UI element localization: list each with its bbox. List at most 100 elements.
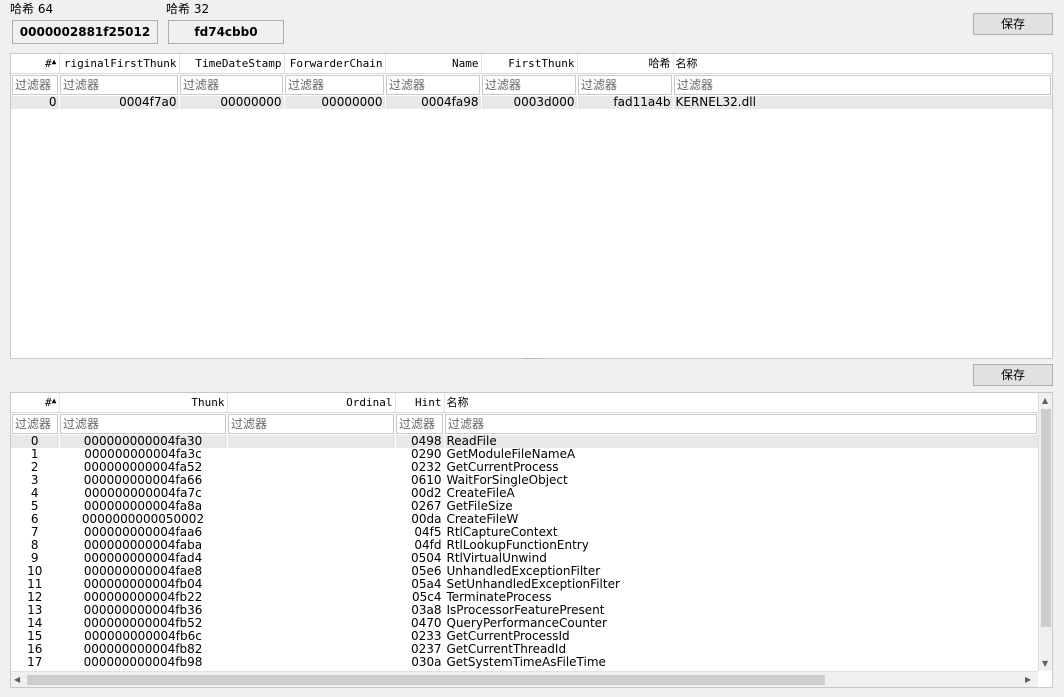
table-cell-idx: 0 (11, 95, 59, 109)
column-header-6[interactable]: 哈希 (577, 54, 674, 74)
table-row[interactable]: 0 0004f7a0 00000000 00000000 0004fa98 0003d00… (11, 95, 1052, 109)
table-row[interactable]: 9 000000000004fad4 0504 RtlVirtualUnwind (11, 552, 1038, 565)
column-header-5[interactable]: FirstThunk (481, 54, 578, 74)
table-cell-name: KERNEL32.dll (673, 95, 1052, 109)
column-header-0[interactable]: #▲ (11, 393, 60, 413)
table-row[interactable]: 15 000000000004fb6c 0233 GetCurrentProcessI… (11, 630, 1038, 643)
scroll-left-icon[interactable]: ◀ (14, 675, 20, 684)
horizontal-scroll-thumb[interactable] (27, 675, 825, 685)
column-header-2[interactable]: TimeDateStamp (179, 54, 285, 74)
table-cell-ordinal (227, 513, 395, 526)
scroll-down-icon[interactable]: ▼ (1042, 659, 1048, 668)
table-cell-thunk: 000000000004fb36 (83, 603, 203, 617)
filter-input-6[interactable] (578, 74, 672, 95)
table-row[interactable]: 12 000000000004fb22 05c4 TerminateProcess (11, 591, 1038, 604)
table-row[interactable]: 1 000000000004fa3c 0290 GetModuleFileNameA (11, 448, 1038, 461)
table-cell-hint: 0290 (410, 447, 442, 461)
save-button-bottom[interactable]: 保存 (973, 364, 1053, 386)
table-cell-thunk: 000000000004fa30 (59, 434, 227, 448)
table-cell-thunk: 000000000004fb04 (83, 577, 203, 591)
filter-input-5[interactable] (482, 74, 576, 95)
table-cell-idx: 0 (11, 434, 59, 448)
horizontal-scrollbar[interactable]: ◀ ▶ (11, 671, 1038, 687)
filter-input-3[interactable] (285, 74, 384, 95)
table-cell-ordinal (227, 461, 395, 474)
table-cell-name: RtlCaptureContext (446, 525, 558, 539)
table-cell-ordinal (227, 526, 395, 539)
table-row[interactable]: 14 000000000004fb52 0470 QueryPerformanceCo… (11, 617, 1038, 630)
column-header-3[interactable]: Hint (395, 393, 445, 413)
table-cell-hint: 0232 (410, 460, 442, 474)
table-row[interactable]: 7 000000000004faa6 04f5 RtlCaptureContext (11, 526, 1038, 539)
column-header-label: riginalFirstThunk (63, 56, 177, 70)
table-cell-thunk: 000000000004fad4 (83, 551, 203, 565)
hash32-field[interactable]: fd74cbb0 (168, 20, 284, 44)
table-cell-name: QueryPerformanceCounter (446, 616, 607, 630)
table-cell-thunk: 000000000004fb98 (83, 655, 203, 669)
vertical-scrollbar[interactable]: ▲ ▼ (1038, 393, 1052, 671)
filter-input-1[interactable] (60, 413, 226, 434)
column-header-label: Name (452, 56, 479, 70)
table-cell-idx: 8 (30, 538, 39, 552)
table-cell-thunk: 000000000004fae8 (83, 564, 203, 578)
table-cell-ordinal (227, 487, 395, 500)
filter-input-1[interactable] (60, 74, 178, 95)
column-header-label: Ordinal (346, 395, 393, 409)
table-row[interactable]: 2 000000000004fa52 0232 GetCurrentProcess (11, 461, 1038, 474)
table-cell-thunk: 000000000004faa6 (83, 525, 203, 539)
table-row[interactable]: 5 000000000004fa8a 0267 GetFileSize (11, 500, 1038, 513)
table-row[interactable]: 6 0000000000050002 00da CreateFileW (11, 513, 1038, 526)
hash64-field[interactable]: 0000002881f25012 (12, 20, 158, 44)
table-cell-hint: 0237 (410, 642, 442, 656)
column-header-2[interactable]: Ordinal (227, 393, 396, 413)
table-cell-idx: 12 (27, 590, 43, 604)
table-row[interactable]: 0 000000000004fa30 0498 ReadFile (11, 434, 1038, 448)
vertical-scroll-thumb[interactable] (1041, 409, 1051, 627)
column-header-4[interactable]: Name (385, 54, 482, 74)
table-row[interactable]: 3 000000000004fa66 0610 WaitForSingleObject (11, 474, 1038, 487)
filter-input-0[interactable] (12, 413, 58, 434)
table-cell-name: GetFileSize (446, 499, 513, 513)
filter-input-2[interactable] (180, 74, 283, 95)
table-row[interactable]: 8 000000000004faba 04fd RtlLookupFunctionEn… (11, 539, 1038, 552)
table-row[interactable]: 16 000000000004fb82 0237 GetCurrentThreadId (11, 643, 1038, 656)
table-row[interactable]: 4 000000000004fa7c 00d2 CreateFileA (11, 487, 1038, 500)
table-cell-hint: 04fd (414, 538, 442, 552)
table-cell-idx: 1 (30, 447, 39, 461)
column-header-4[interactable]: 名称 (444, 393, 1038, 413)
filter-input-4[interactable] (386, 74, 480, 95)
column-header-1[interactable]: Thunk (59, 393, 228, 413)
table-cell-idx: 4 (30, 486, 39, 500)
imports-table: #▲ riginalFirstThunk TimeDateStamp Forwarde… (10, 53, 1053, 359)
hash64-label: 哈希 64 (10, 2, 54, 16)
filter-input-0[interactable] (12, 74, 58, 95)
sort-ascending-icon: ▲ (51, 395, 57, 405)
table-row[interactable]: 10 000000000004fae8 05e6 UnhandledException… (11, 565, 1038, 578)
column-header-1[interactable]: riginalFirstThunk (59, 54, 180, 74)
column-header-label: # (45, 395, 52, 409)
table-cell-hint: 0498 (395, 434, 444, 448)
table-row[interactable]: 13 000000000004fb36 03a8 IsProcessorFeature… (11, 604, 1038, 617)
filter-input-3[interactable] (396, 413, 443, 434)
table-cell-ordinal (227, 643, 395, 656)
column-header-0[interactable]: #▲ (11, 54, 60, 74)
table-cell-name: RtlVirtualUnwind (446, 551, 547, 565)
table-cell-tds: 00000000 (179, 95, 284, 109)
column-header-3[interactable]: ForwarderChain (284, 54, 386, 74)
save-button-top[interactable]: 保存 (973, 13, 1053, 35)
table-cell-ordinal (227, 591, 395, 604)
column-header-7[interactable]: 名称 (673, 54, 1052, 74)
table-cell-thunk: 000000000004fa52 (83, 460, 203, 474)
table-cell-idx: 6 (30, 512, 39, 526)
filter-input-4[interactable] (445, 413, 1037, 434)
table-row[interactable]: 11 000000000004fb04 05a4 SetUnhandledExcept… (11, 578, 1038, 591)
table-row[interactable]: 17 000000000004fb98 030a GetSystemTimeAsFil… (11, 656, 1038, 669)
filter-input-7[interactable] (674, 74, 1051, 95)
scroll-up-icon[interactable]: ▲ (1042, 396, 1048, 405)
table-cell-hint: 00d2 (410, 486, 442, 500)
scroll-right-icon[interactable]: ▶ (1025, 675, 1031, 684)
table-cell-hash: fad11a4b (577, 95, 673, 109)
splitter-handle[interactable] (524, 358, 540, 362)
filter-input-2[interactable] (228, 413, 394, 434)
table-cell-thunk: 000000000004fa8a (83, 499, 203, 513)
